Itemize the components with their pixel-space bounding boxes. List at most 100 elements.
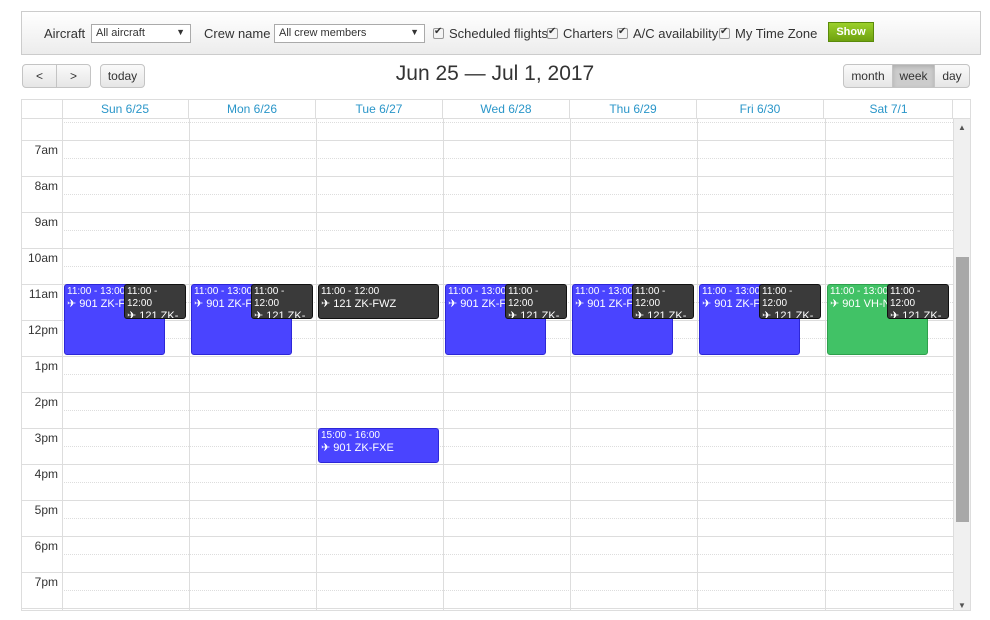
column-divider (953, 119, 954, 610)
event-title: ✈ 121 ZK-FWZ (890, 310, 942, 319)
charter-event[interactable]: 11:00 - 12:00✈ 121 ZK-FWZ (887, 284, 949, 319)
checkbox-icon[interactable] (547, 26, 558, 39)
day-header: Sun 6/25 (62, 100, 189, 118)
column-divider (697, 119, 698, 610)
checkbox-label: Charters (563, 25, 613, 41)
charter-event[interactable]: 11:00 - 12:00✈ 121 ZK-FWZ (124, 284, 186, 319)
scroll-down-icon[interactable]: ▼ (958, 601, 966, 610)
half-hour-line (62, 554, 953, 555)
checkbox-label: My Time Zone (735, 25, 818, 41)
half-hour-line (62, 446, 953, 447)
checkbox-icon[interactable] (617, 26, 628, 39)
event-time: 11:00 - 12:00 (890, 286, 921, 309)
day-header: Tue 6/27 (316, 100, 443, 118)
event-title: ✈ 121 ZK-FWZ (762, 310, 814, 319)
hour-line (22, 500, 953, 501)
checkbox-my-time-zone[interactable]: My Time Zone (719, 12, 817, 54)
show-button[interactable]: Show (828, 22, 874, 42)
half-hour-line (62, 122, 953, 123)
hour-line (22, 356, 953, 357)
hour-line (22, 464, 953, 465)
time-label: 7pm (34, 575, 58, 589)
hour-line (22, 140, 953, 141)
scroll-up-icon[interactable]: ▲ (958, 123, 966, 132)
date-range-title: Jun 25 — Jul 1, 2017 (395, 62, 595, 85)
hour-line (22, 248, 953, 249)
time-label: 4pm (34, 467, 58, 481)
event-time: 11:00 - 12:00 (635, 286, 666, 309)
charter-event[interactable]: 11:00 - 12:00✈ 121 ZK-FWZ (632, 284, 694, 319)
view-month-button[interactable]: month (843, 64, 893, 88)
charter-event[interactable]: 11:00 - 12:00✈ 121 ZK-FWZ (759, 284, 821, 319)
event-title: ✈ 121 ZK-FWZ (635, 310, 687, 319)
column-divider (316, 119, 317, 610)
column-divider (62, 119, 63, 610)
event-time: 11:00 - 12:00 (508, 286, 539, 309)
checkbox-charters[interactable]: Charters (547, 12, 613, 54)
half-hour-line (62, 158, 953, 159)
checkbox-icon[interactable] (433, 26, 444, 39)
day-header: Sat 7/1 (825, 100, 953, 118)
time-label: 6pm (34, 539, 58, 553)
event-time: 11:00 - 12:00 (762, 286, 793, 309)
checkbox-label: A/C availability (633, 25, 719, 41)
crew-label: Crew name (204, 25, 271, 41)
day-header: Mon 6/26 (189, 100, 316, 118)
half-hour-line (62, 374, 953, 375)
checkbox-icon[interactable] (719, 26, 730, 39)
half-hour-line (62, 266, 953, 267)
checkbox-scheduled-flights[interactable]: Scheduled flights (433, 12, 548, 54)
charter-event[interactable]: 11:00 - 12:00✈ 121 ZK-FWZ (505, 284, 567, 319)
column-divider (570, 119, 571, 610)
aircraft-select[interactable]: All aircraft ▼ (91, 24, 191, 43)
aircraft-label: Aircraft (44, 25, 86, 41)
time-label: 5pm (34, 503, 58, 517)
checkbox-label: Scheduled flights (449, 25, 549, 41)
day-header: Wed 6/28 (443, 100, 570, 118)
half-hour-line (62, 518, 953, 519)
event-title: ✈ 121 ZK-FWZ (254, 310, 306, 319)
header-gutter (22, 100, 63, 118)
filter-bar: Aircraft All aircraft ▼ Crew name All cr… (21, 11, 981, 55)
event-title: ✈ 121 ZK-FWZ (127, 310, 179, 319)
day-header: Thu 6/29 (570, 100, 697, 118)
time-label: 8am (34, 179, 58, 193)
time-label: 12pm (27, 323, 58, 337)
hour-line (22, 212, 953, 213)
time-label: 11am (28, 287, 58, 301)
event-title: ✈ 121 ZK-FWZ (321, 298, 397, 310)
view-day-button[interactable]: day (934, 64, 970, 88)
half-hour-line (62, 482, 953, 483)
time-label: 3pm (34, 431, 58, 445)
crew-select[interactable]: All crew members ▼ (274, 24, 425, 43)
time-label: 2pm (34, 395, 58, 409)
crew-select-value: All crew members (279, 27, 367, 39)
half-hour-line (62, 194, 953, 195)
vertical-scrollbar[interactable]: ▲ ▼ (953, 119, 970, 610)
time-label: 10am (27, 251, 58, 265)
column-divider (189, 119, 190, 610)
column-divider (443, 119, 444, 610)
time-label: 7am (34, 143, 58, 157)
scrollbar-thumb[interactable] (956, 257, 969, 522)
time-label: 1pm (34, 359, 58, 373)
column-divider (825, 119, 826, 610)
chevron-down-icon: ▼ (176, 27, 185, 37)
checkbox-ac-availability[interactable]: A/C availability (617, 12, 718, 54)
half-hour-line (62, 590, 953, 591)
calendar-body: ▲ ▼ 7am 8am 9am 10am 11am 12pm 1pm 2pm 3pm 4pm 5pm… (22, 118, 970, 610)
day-header: Fri 6/30 (697, 100, 824, 118)
event-time: 11:00 - 12:00 (127, 286, 158, 309)
hour-line (22, 428, 953, 429)
charter-event[interactable]: 11:00 - 12:00✈ 121 ZK-FWZ (251, 284, 313, 319)
hour-line (22, 608, 953, 609)
event-time: 11:00 - 12:00 (321, 286, 380, 297)
time-label: 9am (34, 215, 58, 229)
charter-event[interactable]: 11:00 - 12:00✈ 121 ZK-FWZ (318, 284, 439, 319)
event-title: ✈ 901 ZK-FXE (321, 442, 394, 454)
hour-line (22, 536, 953, 537)
view-week-button[interactable]: week (892, 64, 935, 88)
aircraft-select-value: All aircraft (96, 27, 145, 39)
flight-event[interactable]: 15:00 - 16:00 ✈ 901 ZK-FXE (318, 428, 439, 463)
chevron-down-icon: ▼ (410, 27, 419, 37)
